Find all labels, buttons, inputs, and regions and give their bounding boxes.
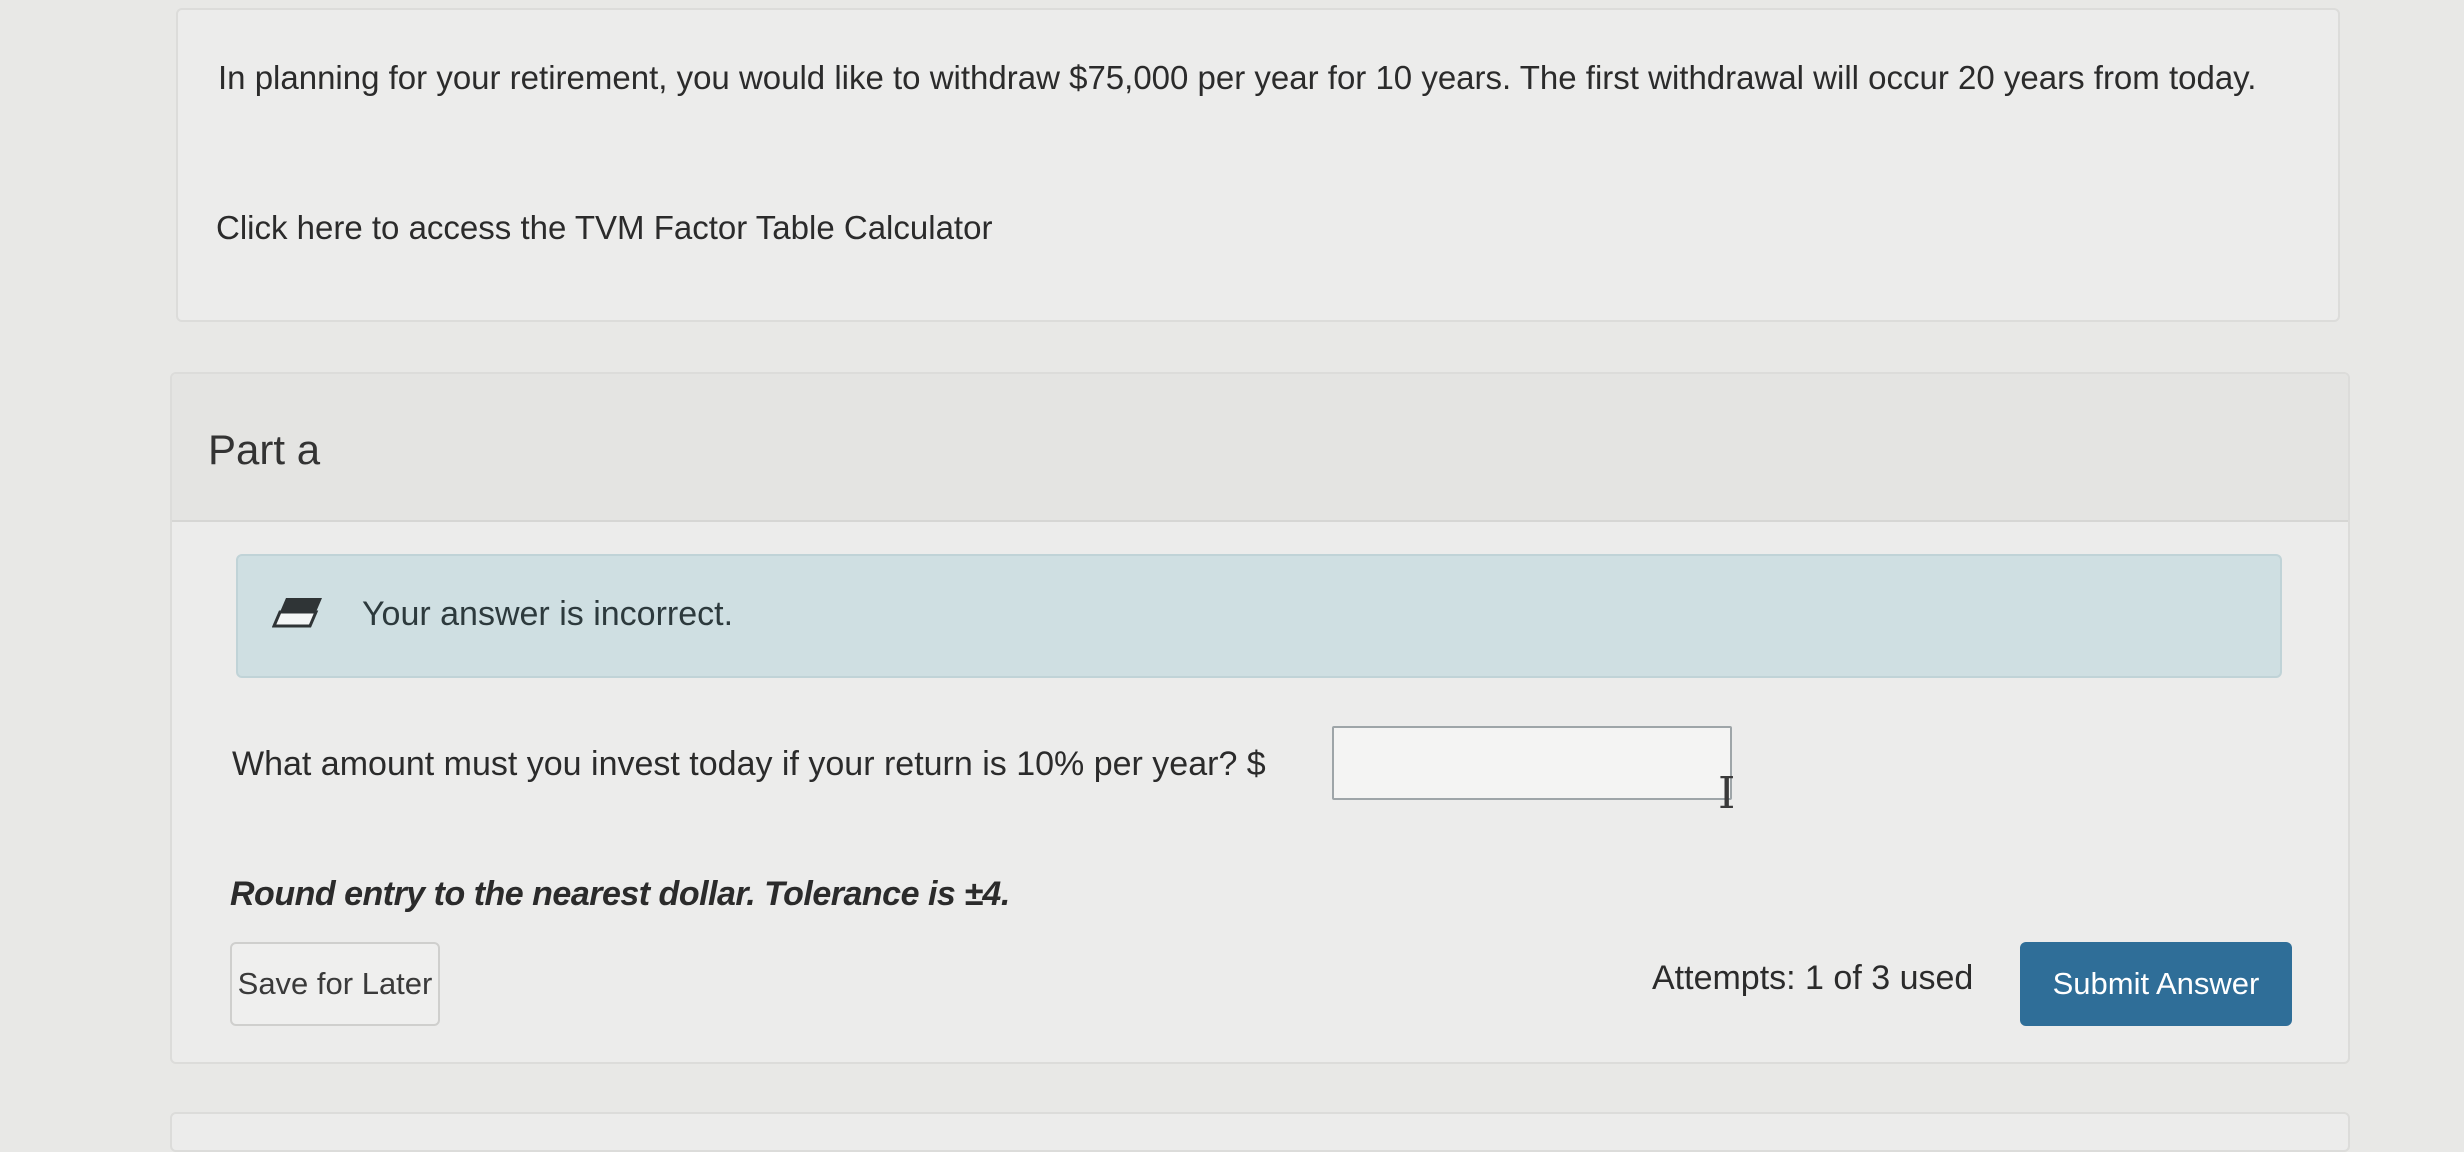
text-cursor-icon: I [1718, 768, 1736, 819]
save-for-later-button[interactable]: Save for Later [230, 942, 440, 1026]
next-part-card [170, 1112, 2350, 1152]
question-text: In planning for your retirement, you wou… [218, 59, 2257, 96]
part-a-card: Part a Your answer is incorrect. What am… [170, 372, 2350, 1064]
feedback-alert: Your answer is incorrect. [236, 554, 2282, 678]
part-header: Part a [172, 374, 2348, 522]
submit-answer-button[interactable]: Submit Answer [2020, 942, 2292, 1026]
tvm-calculator-link[interactable]: Click here to access the TVM Factor Tabl… [216, 204, 992, 252]
eraser-icon [272, 598, 322, 628]
answer-input[interactable] [1332, 726, 1732, 800]
question-prompt: What amount must you invest today if you… [232, 745, 1266, 783]
feedback-text: Your answer is incorrect. [362, 595, 734, 633]
part-title: Part a [208, 426, 321, 473]
question-card: In planning for your retirement, you wou… [176, 8, 2340, 322]
attempts-counter: Attempts: 1 of 3 used [1652, 959, 1974, 997]
rounding-instruction: Round entry to the nearest dollar. Toler… [230, 875, 1010, 913]
